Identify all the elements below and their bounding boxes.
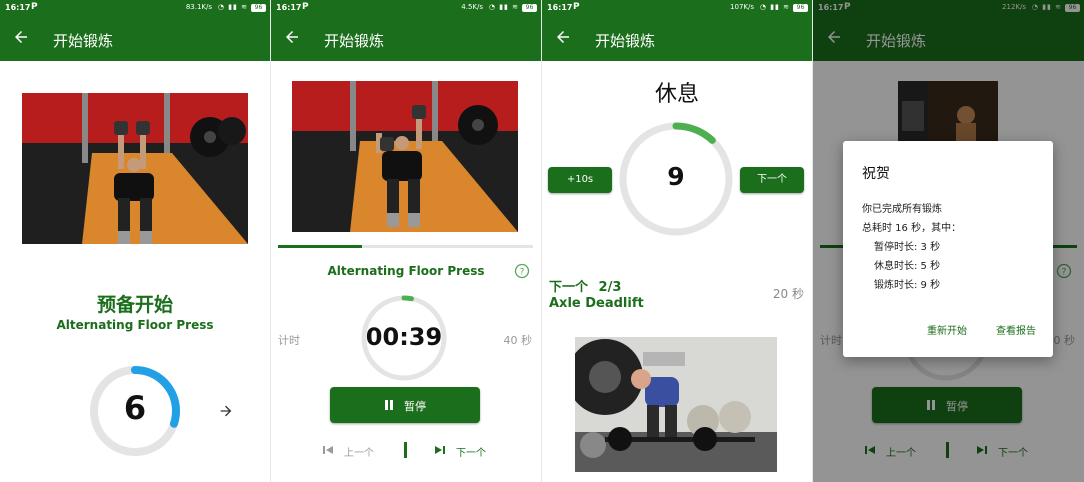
- exercise-image: [22, 93, 248, 244]
- dialog-title: 祝贺: [862, 166, 890, 182]
- next-button[interactable]: 下一个: [435, 443, 510, 459]
- congrats-dialog: 祝贺 你已完成所有锻炼 总耗时 16 秒，其中： 暂停时长: 3 秒 休息时长:…: [843, 141, 1053, 357]
- rest-countdown: 9: [667, 162, 685, 191]
- battery-icon: 96: [793, 4, 808, 12]
- timer-value: 00:39: [365, 323, 443, 351]
- dialog-line-total: 总耗时 16 秒，其中：: [862, 223, 962, 234]
- back-arrow-icon[interactable]: [554, 28, 572, 46]
- exercise-name: Alternating Floor Press: [56, 318, 214, 332]
- app-bar: 开始锻炼: [542, 17, 812, 61]
- skip-arrow-icon[interactable]: [218, 403, 234, 419]
- view-report-button[interactable]: 查看报告: [996, 322, 1036, 337]
- status-icons: ◔ ▮▮ ≋: [488, 3, 519, 11]
- pause-icon: [385, 400, 388, 410]
- up-next-index: 2/3: [598, 280, 622, 295]
- battery-icon: 96: [522, 4, 537, 12]
- up-next-prefix: 下一个: [549, 280, 589, 295]
- notification-p-icon: P: [302, 2, 309, 12]
- next-exercise-image: [575, 337, 777, 472]
- up-next-exercise: Axle Deadlift: [549, 296, 644, 311]
- previous-label: 上一个: [344, 448, 374, 459]
- exercise-image: [292, 81, 518, 232]
- pause-icon-bar: [390, 400, 393, 410]
- page-title: 开始锻炼: [595, 32, 656, 50]
- up-next-duration: 20 秒: [772, 287, 804, 301]
- notification-p-icon: P: [573, 2, 580, 12]
- network-speed: 107K/s: [730, 3, 754, 11]
- dialog-line-pause: 暂停时长: 3 秒: [874, 242, 941, 253]
- back-arrow-icon[interactable]: [12, 28, 30, 46]
- add-10s-button[interactable]: +10s: [548, 167, 612, 193]
- restart-button[interactable]: 重新开始: [927, 322, 967, 337]
- next-label: 下一个: [456, 448, 486, 459]
- page-title: 开始锻炼: [324, 32, 385, 50]
- status-icons: ◔ ▮▮ ≋: [759, 3, 790, 11]
- help-icon[interactable]: ?: [514, 263, 530, 279]
- exercise-progress-track: [278, 245, 533, 248]
- page-title: 开始锻炼: [53, 32, 114, 50]
- battery-icon: 96: [251, 4, 266, 12]
- status-time: 16:17: [276, 3, 302, 12]
- previous-button[interactable]: 上一个: [323, 443, 398, 459]
- control-divider: [404, 442, 407, 458]
- pause-label: 暂停: [404, 400, 426, 413]
- exercise-duration: 40 秒: [503, 334, 533, 347]
- dialog-line-exercise: 锻炼时长: 9 秒: [874, 280, 941, 291]
- back-arrow-icon[interactable]: [283, 28, 301, 46]
- notification-p-icon: P: [31, 2, 38, 12]
- rest-heading: 休息: [654, 82, 699, 107]
- network-speed: 4.5K/s: [461, 3, 483, 11]
- timer-label: 计时: [278, 334, 300, 347]
- exercise-progress-fill: [278, 245, 363, 248]
- skip-rest-button[interactable]: 下一个: [740, 167, 804, 193]
- pause-button[interactable]: 暂停: [330, 387, 480, 423]
- screen-rest: 16:17 P 107K/s ◔ ▮▮ ≋ 96 开始锻炼 休息 +10s 9 …: [542, 0, 812, 482]
- stage: 16:17 P 83.1K/s ◔ ▮▮ ≋ 96 开始锻炼 预备开始 Alte…: [0, 0, 1084, 482]
- status-time: 16:17: [547, 3, 573, 12]
- status-bar: 16:17 P 83.1K/s ◔ ▮▮ ≋ 96: [0, 0, 270, 17]
- screen-workout: 16:17 P 4.5K/s ◔ ▮▮ ≋ 96 开始锻炼 Alternatin…: [271, 0, 541, 482]
- status-bar: 16:17 P 4.5K/s ◔ ▮▮ ≋ 96: [271, 0, 541, 17]
- dialog-line-complete: 你已完成所有锻炼: [862, 204, 942, 215]
- screen-complete: 16:17 P 212K/s ◔ ▮▮ ≋ 96 开始锻炼 ? 计时 40 秒: [813, 0, 1084, 482]
- skip-next-icon: [435, 446, 445, 454]
- svg-text:?: ?: [520, 268, 525, 278]
- countdown-value: 6: [123, 389, 147, 427]
- up-next-line: 下一个 2/3: [549, 276, 621, 295]
- app-bar: 开始锻炼: [271, 17, 541, 61]
- status-bar: 16:17 P 107K/s ◔ ▮▮ ≋ 96: [542, 0, 812, 17]
- network-speed: 83.1K/s: [185, 3, 212, 11]
- app-bar: 开始锻炼: [0, 17, 270, 61]
- ready-heading: 预备开始: [96, 294, 173, 316]
- screen-ready: 16:17 P 83.1K/s ◔ ▮▮ ≋ 96 开始锻炼 预备开始 Alte…: [0, 0, 270, 482]
- status-time: 16:17: [5, 3, 31, 12]
- status-icons: ◔ ▮▮ ≋: [217, 3, 248, 11]
- exercise-name: Alternating Floor Press: [327, 264, 485, 278]
- skip-previous-icon: [323, 446, 333, 454]
- dialog-line-rest: 休息时长: 5 秒: [874, 261, 941, 272]
